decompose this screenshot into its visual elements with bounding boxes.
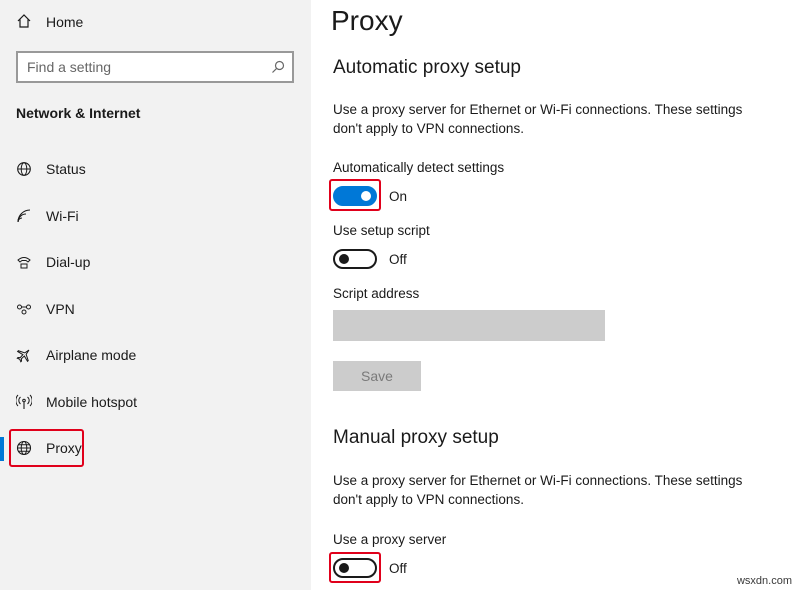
- page-title: Proxy: [331, 5, 403, 36]
- nav-list: Status Wi-Fi Dial-up VPN Airplane mode M…: [0, 146, 311, 472]
- use-proxy-state: Off: [389, 560, 407, 576]
- sidebar-item-label: Dial-up: [46, 254, 91, 271]
- sidebar-item-airplane[interactable]: Airplane mode: [0, 332, 311, 379]
- save-button[interactable]: Save: [333, 361, 421, 391]
- sidebar-item-label: Airplane mode: [46, 347, 137, 364]
- setup-script-row: Off: [333, 249, 407, 269]
- search-input[interactable]: [27, 59, 270, 75]
- auto-setup-description: Use a proxy server for Ethernet or Wi-Fi…: [333, 102, 743, 136]
- sidebar-item-wifi[interactable]: Wi-Fi: [0, 193, 311, 240]
- manual-setup-heading: Manual proxy setup: [333, 427, 499, 448]
- search-box[interactable]: [16, 51, 294, 83]
- sidebar: Home Network & Internet Status Wi-Fi Dia…: [0, 0, 311, 590]
- auto-setup-heading: Automatic proxy setup: [333, 57, 521, 78]
- detect-settings-state: On: [389, 188, 408, 204]
- home-label: Home: [46, 14, 84, 30]
- home-icon: [16, 13, 32, 32]
- detect-settings-toggle[interactable]: [333, 186, 377, 206]
- detect-settings-label: Automatically detect settings: [333, 160, 505, 175]
- sidebar-item-dialup[interactable]: Dial-up: [0, 239, 311, 286]
- sidebar-item-label: Mobile hotspot: [46, 393, 138, 410]
- use-proxy-toggle[interactable]: [333, 558, 377, 578]
- sidebar-item-vpn[interactable]: VPN: [0, 286, 311, 333]
- hotspot-icon: [16, 394, 32, 410]
- use-proxy-label: Use a proxy server: [333, 532, 447, 547]
- sidebar-item-status[interactable]: Status: [0, 146, 311, 193]
- section-title: Network & Internet: [16, 105, 141, 121]
- setup-script-state: Off: [389, 251, 407, 267]
- wifi-icon: [16, 208, 32, 224]
- vpn-icon: [16, 301, 32, 317]
- manual-setup-description: Use a proxy server for Ethernet or Wi-Fi…: [333, 473, 743, 507]
- sidebar-item-label: Proxy: [46, 440, 82, 457]
- search-icon[interactable]: [270, 59, 286, 75]
- dialup-icon: [16, 254, 32, 270]
- globe-status-icon: [16, 161, 32, 177]
- home-link[interactable]: Home: [16, 8, 83, 36]
- globe-icon: [16, 440, 32, 456]
- script-address-input[interactable]: [333, 310, 605, 341]
- setup-script-toggle[interactable]: [333, 249, 377, 269]
- sidebar-item-hotspot[interactable]: Mobile hotspot: [0, 379, 311, 426]
- script-address-label: Script address: [333, 286, 420, 301]
- sidebar-item-label: Status: [46, 161, 86, 178]
- airplane-icon: [16, 347, 32, 363]
- use-proxy-row: Off: [333, 558, 407, 578]
- setup-script-label: Use setup script: [333, 223, 430, 238]
- sidebar-item-label: Wi-Fi: [46, 207, 79, 224]
- sidebar-item-proxy[interactable]: Proxy: [0, 425, 311, 472]
- watermark: wsxdn.com: [736, 575, 792, 587]
- detect-settings-row: On: [333, 186, 407, 206]
- sidebar-item-label: VPN: [46, 300, 75, 317]
